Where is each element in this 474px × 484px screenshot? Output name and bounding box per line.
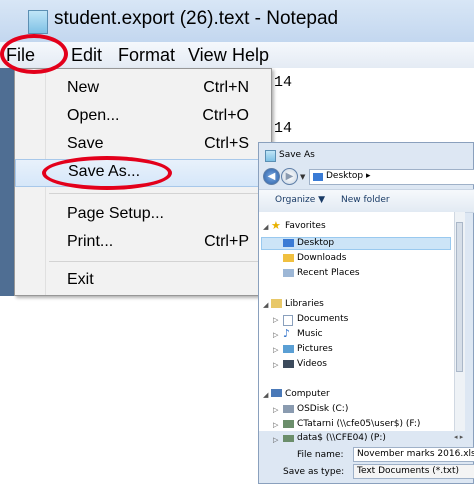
editor-text: 14 <box>274 74 293 91</box>
tree-item-documents[interactable]: Documents <box>297 314 348 324</box>
expand-icon[interactable]: ◢ <box>263 223 268 231</box>
file-name-input[interactable]: November marks 2016.xls <box>353 447 474 462</box>
tree-item-desktop[interactable]: Desktop <box>297 238 334 248</box>
tree-item-ctatarni[interactable]: CTatarni (\\cfe05\user$) (F:) <box>297 419 420 429</box>
menu-item-label: Print... <box>67 233 114 250</box>
save-as-type-select[interactable]: Text Documents (*.txt) <box>353 464 474 479</box>
menu-edit[interactable]: Edit <box>71 45 102 66</box>
menu-item-label: New <box>67 79 100 96</box>
collapse-icon[interactable]: ▷ <box>273 421 278 429</box>
menu-item-new[interactable]: New Ctrl+N <box>15 75 271 103</box>
collapse-icon[interactable]: ▷ <box>273 346 278 354</box>
collapse-icon[interactable]: ▷ <box>273 331 278 339</box>
collapse-icon[interactable]: ▷ <box>273 406 278 414</box>
save-as-dialog: Save As ◀ ▶ ▼ Desktop ▸ Organize ▼ New f… <box>258 142 474 484</box>
star-icon: ★ <box>271 219 281 232</box>
address-text: Desktop ▸ <box>326 171 371 181</box>
tree-item-libraries[interactable]: Libraries <box>285 299 324 309</box>
history-dropdown-icon[interactable]: ▼ <box>300 173 305 181</box>
menu-item-label: Open... <box>67 107 120 124</box>
annotation-circle-file <box>0 34 68 74</box>
expand-icon[interactable]: ◢ <box>263 391 268 399</box>
desktop-icon <box>283 239 294 247</box>
address-bar[interactable]: Desktop ▸ <box>309 169 474 185</box>
menu-item-print[interactable]: Print... Ctrl+P <box>15 229 271 257</box>
tree-item-computer[interactable]: Computer <box>285 389 330 399</box>
menu-item-save[interactable]: Save Ctrl+S <box>15 131 271 159</box>
expand-icon[interactable]: ◢ <box>263 301 268 309</box>
music-icon: ♪ <box>283 327 291 340</box>
documents-icon <box>283 315 293 326</box>
menu-item-shortcut: Ctrl+P <box>204 233 249 250</box>
menu-item-label: Page Setup... <box>67 205 164 222</box>
menu-item-label: Save <box>67 135 104 152</box>
menu-item-exit[interactable]: Exit <box>15 267 271 295</box>
tree-item-videos[interactable]: Videos <box>297 359 327 369</box>
organize-button[interactable]: Organize ▼ <box>275 195 325 205</box>
notepad-icon <box>28 10 48 34</box>
annotation-circle-save-as <box>42 156 172 190</box>
menu-separator <box>49 261 265 262</box>
tree-item-downloads[interactable]: Downloads <box>297 253 346 263</box>
computer-icon <box>271 389 282 397</box>
collapse-icon[interactable]: ▷ <box>273 436 278 444</box>
dialog-title: Save As <box>279 150 315 160</box>
vertical-scrollbar[interactable] <box>454 212 465 431</box>
dialog-navigation: ◀ ▶ ▼ Desktop ▸ <box>259 165 474 189</box>
forward-arrow-icon[interactable]: ▶ <box>281 168 298 185</box>
recent-places-icon <box>283 269 294 277</box>
network-drive-icon <box>283 435 294 442</box>
pictures-icon <box>283 345 294 353</box>
menu-help[interactable]: Help <box>232 45 269 66</box>
file-name-label: File name: <box>297 450 344 460</box>
menu-bar: File Edit Format View Help <box>0 42 474 69</box>
tree-item-pictures[interactable]: Pictures <box>297 344 333 354</box>
address-location: Desktop <box>326 171 364 181</box>
scrollbar-thumb[interactable] <box>456 222 463 372</box>
tree-item-data[interactable]: data$ (\\CFE04) (P:) <box>297 433 386 443</box>
menu-view[interactable]: View <box>188 45 227 66</box>
drive-icon <box>283 405 294 413</box>
menu-item-shortcut: Ctrl+O <box>202 107 249 124</box>
window-edge <box>0 68 14 296</box>
scroll-arrows-icon[interactable]: ◂ ▸ <box>454 433 474 443</box>
menu-format[interactable]: Format <box>118 45 175 66</box>
navigation-pane[interactable]: ◢ ★ Favorites Desktop Downloads Recent P… <box>259 212 454 431</box>
tree-item-music[interactable]: Music <box>297 329 323 339</box>
menu-item-shortcut: Ctrl+S <box>204 135 249 152</box>
dialog-icon <box>265 150 276 162</box>
new-folder-button[interactable]: New folder <box>341 195 390 205</box>
network-drive-icon <box>283 420 294 428</box>
menu-item-shortcut: Ctrl+N <box>203 79 249 96</box>
collapse-icon[interactable]: ▷ <box>273 316 278 324</box>
menu-separator <box>49 193 265 194</box>
desktop-icon <box>313 173 323 181</box>
notepad-titlebar[interactable]: student.export (26).text - Notepad <box>0 0 474 42</box>
back-arrow-icon[interactable]: ◀ <box>263 168 280 185</box>
menu-item-page-setup[interactable]: Page Setup... <box>15 201 271 229</box>
videos-icon <box>283 360 294 368</box>
save-as-type-label: Save as type: <box>283 467 345 477</box>
tree-item-recent-places[interactable]: Recent Places <box>297 268 360 278</box>
dialog-toolbar: Organize ▼ New folder <box>259 189 474 213</box>
downloads-folder-icon <box>283 254 294 262</box>
collapse-icon[interactable]: ▷ <box>273 361 278 369</box>
menu-item-label: Exit <box>67 271 94 288</box>
libraries-icon <box>271 299 282 308</box>
editor-text: 14 <box>274 120 293 137</box>
tree-item-osdisk[interactable]: OSDisk (C:) <box>297 404 348 414</box>
tree-item-favorites[interactable]: Favorites <box>285 221 326 231</box>
window-title: student.export (26).text - Notepad <box>54 8 339 29</box>
menu-item-open[interactable]: Open... Ctrl+O <box>15 103 271 131</box>
